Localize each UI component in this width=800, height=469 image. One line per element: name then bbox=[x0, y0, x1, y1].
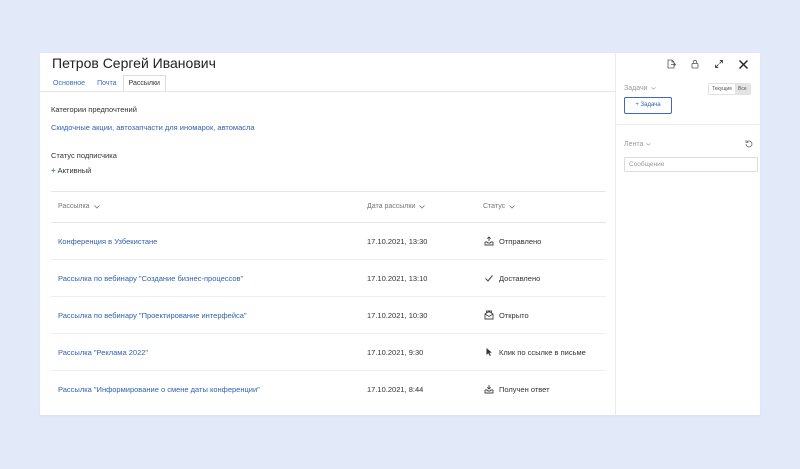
tabs-divider bbox=[40, 91, 615, 92]
chevron-down-icon bbox=[93, 204, 100, 209]
mailing-date: 17.10.2021, 10:30 bbox=[367, 311, 428, 320]
main-panel: Петров Сергей Иванович Основное Почта Ра… bbox=[40, 53, 615, 415]
column-header-date[interactable]: Дата рассылки bbox=[367, 203, 426, 210]
mailing-status: Отправлено bbox=[483, 235, 541, 247]
mailing-name-link[interactable]: Рассылка "Информирование о смене даты ко… bbox=[58, 385, 260, 394]
message-input[interactable] bbox=[624, 157, 758, 172]
column-header-status[interactable]: Статус bbox=[483, 203, 515, 210]
table-row: Рассылка "Информирование о смене даты ко… bbox=[51, 371, 606, 407]
cursor-icon bbox=[483, 346, 495, 358]
mailings-table: Рассылка Дата рассылки Статус Конференци… bbox=[51, 191, 606, 407]
chevron-down-icon bbox=[419, 204, 426, 209]
side-panel: Задачи Текущие Все + Задача Лента bbox=[615, 53, 760, 415]
add-task-button[interactable]: + Задача bbox=[624, 97, 672, 114]
table-row: Рассылка по вебинару "Проектирование инт… bbox=[51, 297, 606, 334]
mailing-name-link[interactable]: Рассылка "Реклама 2022" bbox=[58, 348, 148, 357]
table-row: Рассылка "Реклама 2022" 17.10.2021, 9:30… bbox=[51, 334, 606, 371]
toggle-current[interactable]: Текущие bbox=[709, 84, 735, 94]
mailing-date: 17.10.2021, 13:30 bbox=[367, 237, 428, 246]
table-row: Рассылка по вебинару "Создание бизнес-пр… bbox=[51, 260, 606, 297]
mailing-name-link[interactable]: Рассылка по вебинару "Проектирование инт… bbox=[58, 311, 247, 320]
contact-card: Петров Сергей Иванович Основное Почта Ра… bbox=[40, 53, 760, 415]
check-icon bbox=[483, 272, 495, 284]
column-header-mailing[interactable]: Рассылка bbox=[58, 203, 100, 210]
mailing-date: 17.10.2021, 9:30 bbox=[367, 348, 424, 357]
table-header: Рассылка Дата рассылки Статус bbox=[51, 191, 606, 223]
mailing-name-link[interactable]: Рассылка по вебинару "Создание бизнес-пр… bbox=[58, 274, 243, 283]
side-divider bbox=[616, 124, 760, 125]
subscriber-status-text: Активный bbox=[57, 166, 92, 175]
chevron-down-icon bbox=[509, 204, 515, 209]
tab-mail[interactable]: Почта bbox=[91, 75, 122, 92]
chevron-down-icon bbox=[646, 143, 651, 146]
preferences-heading: Категории предпочтений bbox=[51, 105, 137, 114]
mailing-status: Клик по ссылке в письме bbox=[483, 346, 586, 358]
inbox-send-icon bbox=[483, 235, 495, 247]
mailing-status: Получен ответ bbox=[483, 383, 550, 395]
inbox-reply-icon bbox=[483, 383, 495, 395]
tab-main[interactable]: Основное bbox=[47, 75, 91, 92]
table-row: Конференция в Узбекистане 17.10.2021, 13… bbox=[51, 223, 606, 260]
preferences-value-link[interactable]: Скидочные акции, автозапчасти для иномар… bbox=[51, 123, 255, 132]
mailing-date: 17.10.2021, 8:44 bbox=[367, 385, 424, 394]
refresh-icon[interactable] bbox=[744, 139, 754, 149]
open-mail-icon bbox=[483, 309, 495, 321]
subscriber-status-heading: Статус подписчика bbox=[51, 151, 117, 160]
mailing-status: Открыто bbox=[483, 309, 529, 321]
tab-bar: Основное Почта Рассылки bbox=[47, 75, 166, 92]
chevron-down-icon bbox=[650, 87, 656, 90]
mailing-status: Доставлено bbox=[483, 272, 540, 284]
tab-mailings[interactable]: Рассылки bbox=[122, 75, 166, 92]
mailing-name-link[interactable]: Конференция в Узбекистане bbox=[58, 237, 157, 246]
mailing-date: 17.10.2021, 13:10 bbox=[367, 274, 428, 283]
active-plus-icon: + bbox=[51, 166, 56, 175]
page-title: Петров Сергей Иванович bbox=[52, 55, 216, 71]
feed-dropdown[interactable]: Лента bbox=[624, 141, 651, 148]
toggle-all[interactable]: Все bbox=[735, 84, 750, 94]
subscriber-status-value: + Активный bbox=[51, 166, 91, 175]
tasks-dropdown[interactable]: Задачи bbox=[624, 85, 656, 92]
tasks-filter-toggle: Текущие Все bbox=[708, 83, 751, 95]
